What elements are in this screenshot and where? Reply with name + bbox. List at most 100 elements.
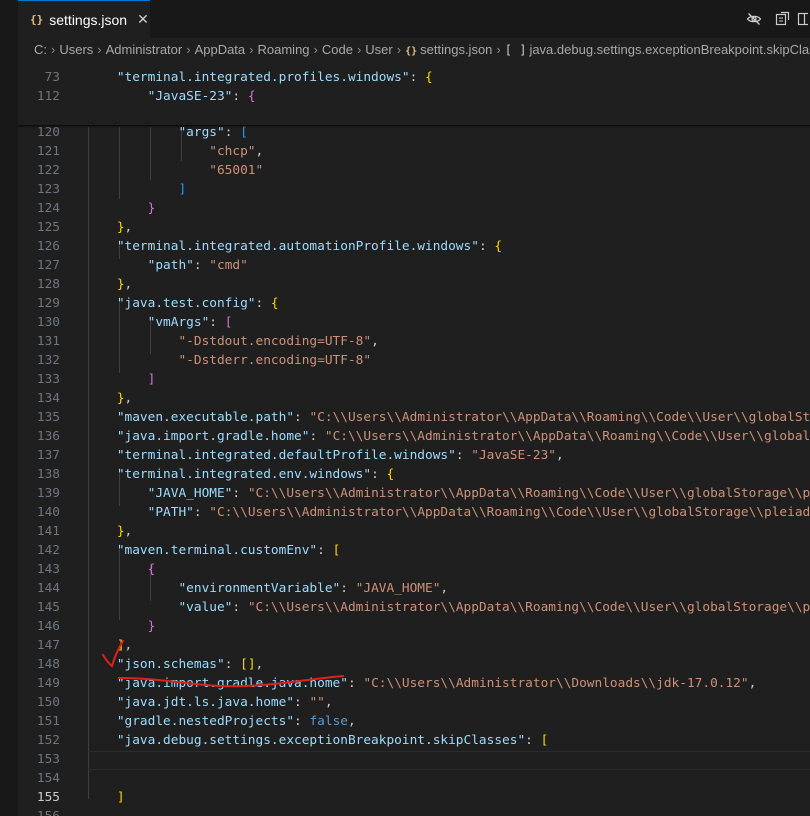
code-line[interactable]: 143 { [18, 560, 810, 579]
code-line[interactable]: 124 } [18, 199, 810, 218]
eye-closed-icon[interactable] [740, 5, 768, 33]
code-line[interactable]: 148 "json.schemas": [], [18, 655, 810, 674]
code-line[interactable]: 146 } [18, 617, 810, 636]
line-code: "terminal.integrated.env.windows": { [86, 465, 394, 484]
breadcrumb: C: › Users › Administrator › AppData › Roami… [18, 38, 810, 60]
code-token: "java.jdt.ls.java.home" [86, 695, 295, 710]
tab-settings-json[interactable]: {} settings.json ✕ [18, 0, 150, 38]
code-line[interactable]: 144 "environmentVariable": "JAVA_HOME", [18, 579, 810, 598]
code-line[interactable]: 132 "-Dstderr.encoding=UTF-8" [18, 351, 810, 370]
breadcrumb-item-roaming[interactable]: Roaming [256, 42, 312, 57]
line-number: 156 [18, 807, 60, 816]
breadcrumb-item-drive[interactable]: C: [18, 42, 49, 57]
split-editor-icon[interactable] [796, 5, 810, 33]
line-number: 147 [36, 638, 60, 653]
code-line[interactable]: 138 "terminal.integrated.env.windows": { [18, 465, 810, 484]
line-code: "-Dstdout.encoding=UTF-8", [86, 332, 378, 351]
code-line[interactable]: 154 [18, 769, 810, 788]
code-line[interactable]: 140 "PATH": "C:\\Users\\Administrator\\A… [18, 503, 810, 522]
breadcrumb-item-user[interactable]: User [363, 42, 394, 57]
close-icon[interactable]: ✕ [137, 11, 149, 28]
code-line[interactable]: 125 }, [18, 218, 810, 237]
code-line[interactable]: 153 [18, 750, 810, 769]
line-number: 154 [36, 771, 60, 786]
line-number: 140 [36, 505, 60, 520]
editor-actions [740, 0, 810, 38]
code-line[interactable]: 123 ] [18, 180, 810, 199]
code-line[interactable]: 126 "terminal.integrated.automationProfi… [18, 237, 810, 256]
breadcrumb-item-administrator[interactable]: Administrator [104, 42, 185, 57]
code-token: "C:\\Users\\Administrator\\AppData\\Roam… [324, 429, 810, 444]
code-token: , [555, 448, 564, 463]
line-number: 73 [44, 70, 60, 85]
code-line[interactable]: 142 "maven.terminal.customEnv": [ [18, 541, 810, 560]
code-token: ] [86, 790, 125, 805]
line-code: ] [86, 788, 125, 807]
line-number: 146 [36, 619, 60, 634]
breadcrumb-item-symbol[interactable]: [ ] java.debug.settings.exceptionBreakpoi… [503, 42, 810, 57]
code-token: , [324, 695, 333, 710]
code-line[interactable]: 145 "value": "C:\\Users\\Administrator\\… [18, 598, 810, 617]
code-token: "java.debug.settings.exceptionBreakpoint… [86, 733, 526, 748]
code-line[interactable]: 155 ] [18, 788, 810, 807]
line-number: 134 [36, 391, 60, 406]
code-editor[interactable]: 73 "terminal.integrated.profiles.windows… [18, 60, 810, 816]
code-line[interactable]: 134 }, [18, 389, 810, 408]
code-line[interactable]: 136 "java.import.gradle.home": "C:\\User… [18, 427, 810, 446]
code-line[interactable]: 131 "-Dstdout.encoding=UTF-8", [18, 332, 810, 351]
tab-bar: {} settings.json ✕ [0, 0, 810, 38]
breadcrumb-item-code[interactable]: Code [320, 42, 355, 57]
code-token: "json.schemas" [86, 657, 225, 672]
code-line[interactable]: 137 "terminal.integrated.defaultProfile.… [18, 446, 810, 465]
code-token: : [340, 581, 356, 596]
line-number: 144 [36, 581, 60, 596]
chevron-right-icon: › [97, 41, 102, 57]
code-line[interactable]: 139 "JAVA_HOME": "C:\\Users\\Administrat… [18, 484, 810, 503]
code-token: : [347, 676, 364, 691]
open-preview-icon[interactable] [768, 5, 796, 33]
code-token: "terminal.integrated.env.windows" [86, 467, 372, 482]
breadcrumb-item-appdata[interactable]: AppData [193, 42, 248, 57]
code-line[interactable]: 147 ], [18, 636, 810, 655]
code-token: "" [309, 695, 325, 710]
code-line[interactable]: 130 "vmArgs": [ [18, 313, 810, 332]
breadcrumb-symbol-label: java.debug.settings.exceptionBreakpoint.… [529, 41, 810, 57]
code-token: "JAVA_HOME" [355, 581, 441, 596]
code-line[interactable]: 150 "java.jdt.ls.java.home": "", [18, 693, 810, 712]
line-code: ], [86, 636, 132, 655]
breadcrumb-item-users[interactable]: Users [57, 42, 95, 57]
code-token: : [409, 70, 426, 85]
code-token: : [455, 448, 472, 463]
code-token: : [478, 239, 495, 254]
line-code: "java.import.gradle.home": "C:\\Users\\A… [86, 427, 810, 446]
code-token: , [440, 581, 449, 596]
code-line[interactable]: 149 "java.import.gradle.java.home": "C:\… [18, 674, 810, 693]
code-line[interactable]: 73 "terminal.integrated.profiles.windows… [18, 68, 810, 87]
code-token: "C:\\Users\\Administrator\\AppData\\Roam… [209, 505, 810, 520]
code-token: "terminal.integrated.profiles.windows" [86, 70, 410, 85]
code-line[interactable]: 127 "path": "cmd" [18, 256, 810, 275]
code-line[interactable]: 128 }, [18, 275, 810, 294]
code-token: { [425, 70, 433, 85]
line-number: 136 [36, 429, 60, 444]
code-line[interactable]: 152 "java.debug.settings.exceptionBreakp… [18, 731, 810, 750]
code-line[interactable]: 121 "chcp", [18, 142, 810, 161]
array-symbol-icon: [ ] [504, 42, 527, 57]
breadcrumb-item-file[interactable]: {} settings.json [403, 42, 494, 57]
code-line[interactable]: 129 "java.test.config": { [18, 294, 810, 313]
chevron-right-icon: › [313, 41, 318, 57]
code-line[interactable]: 156 [18, 807, 810, 816]
code-line[interactable]: 135 "maven.executable.path": "C:\\Users\… [18, 408, 810, 427]
code-token: : [294, 714, 310, 729]
code-line[interactable]: 141 }, [18, 522, 810, 541]
code-line[interactable]: 122 "65001" [18, 161, 810, 180]
code-token: : [232, 486, 248, 501]
line-code: "terminal.integrated.defaultProfile.wind… [86, 446, 564, 465]
code-line[interactable]: 151 "gradle.nestedProjects": false, [18, 712, 810, 731]
code-line[interactable]: 133 ] [18, 370, 810, 389]
line-code: "-Dstderr.encoding=UTF-8" [86, 351, 371, 370]
line-number: 150 [36, 695, 60, 710]
code-line[interactable]: 112 "JavaSE-23": { [18, 87, 810, 106]
code-token: "JavaSE-23" [86, 89, 233, 104]
chevron-right-icon: › [396, 41, 402, 57]
